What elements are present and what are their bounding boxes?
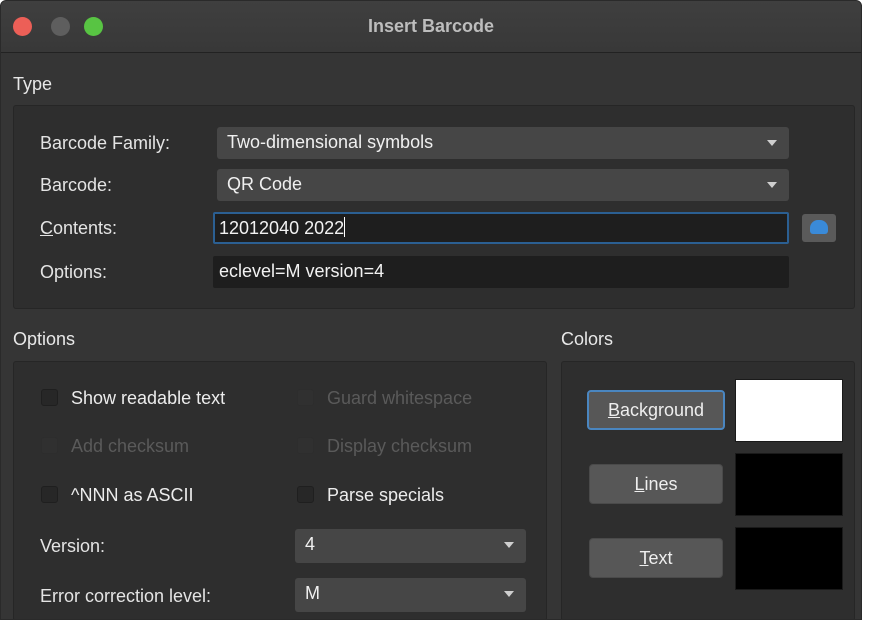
chevron-down-icon [767, 182, 777, 188]
text-caret [344, 217, 346, 237]
show-readable-text-label: Show readable text [71, 388, 226, 408]
contents-input[interactable]: 12012040 2022 [213, 212, 789, 244]
lines-color-swatch[interactable] [735, 453, 843, 516]
background-color-button[interactable]: Background [587, 390, 725, 430]
contents-label-rest: ontents: [53, 218, 118, 238]
title-bar: Insert Barcode [1, 1, 861, 53]
lines-label-rest: ines [644, 474, 678, 494]
window-title: Insert Barcode [367, 16, 495, 36]
chevron-down-icon [504, 591, 514, 597]
text-color-swatch[interactable] [735, 527, 843, 590]
lines-accel: L [634, 474, 645, 494]
contents-label: Contents: [40, 218, 117, 239]
background-accel: B [607, 400, 620, 420]
background-label-rest: ackground [619, 400, 705, 420]
version-select[interactable]: 4 [295, 529, 526, 563]
options-value: eclevel=M version=4 [219, 261, 385, 281]
contents-value: 12012040 2022 [219, 218, 345, 238]
lines-color-button[interactable]: Lines [589, 464, 723, 504]
checkbox-box [297, 389, 314, 406]
hat-icon [810, 220, 828, 234]
background-color-swatch[interactable] [735, 379, 843, 442]
contents-label-accel: C [40, 218, 53, 238]
nnn-as-ascii-label: ^NNN as ASCII [71, 485, 194, 505]
options-field-label: Options: [40, 262, 108, 282]
checkbox-box [41, 486, 58, 503]
display-checksum-label: Display checksum [327, 436, 473, 456]
error-correction-label: Error correction level: [40, 586, 212, 606]
guard-whitespace-label: Guard whitespace [327, 388, 473, 408]
chevron-down-icon [767, 140, 777, 146]
error-correction-value: M [305, 583, 320, 603]
barcode-select[interactable]: QR Code [217, 169, 789, 201]
checkbox-box [297, 486, 314, 503]
chevron-down-icon [504, 542, 514, 548]
text-color-button[interactable]: Text [589, 538, 723, 578]
checkbox-box [41, 437, 58, 454]
checkbox-box [297, 437, 314, 454]
insert-barcode-dialog: Insert Barcode Type Barcode Family: Two-… [0, 0, 862, 620]
colors-section-label: Colors [561, 329, 614, 349]
contents-help-button[interactable] [802, 214, 836, 242]
checkbox-box [41, 389, 58, 406]
text-label-rest: ext [648, 548, 673, 568]
barcode-label: Barcode: [40, 175, 113, 195]
version-value: 4 [305, 534, 316, 554]
type-section-label: Type [13, 74, 53, 94]
options-input[interactable]: eclevel=M version=4 [213, 256, 789, 288]
barcode-family-label: Barcode Family: [40, 133, 171, 153]
barcode-family-value: Two-dimensional symbols [227, 132, 434, 152]
barcode-value: QR Code [227, 174, 303, 194]
version-label: Version: [40, 536, 106, 556]
parse-specials-label: Parse specials [327, 485, 445, 505]
error-correction-select[interactable]: M [295, 578, 526, 612]
add-checksum-label: Add checksum [71, 436, 190, 456]
barcode-family-select[interactable]: Two-dimensional symbols [217, 127, 789, 159]
options-section-label: Options [13, 329, 76, 349]
